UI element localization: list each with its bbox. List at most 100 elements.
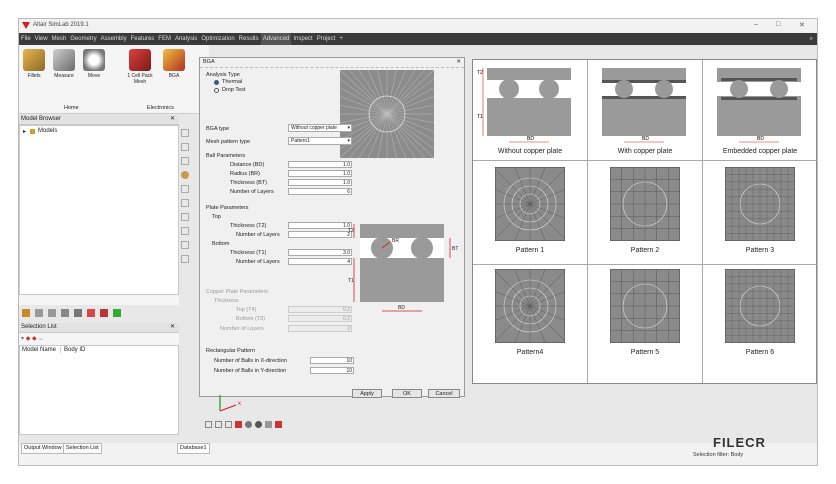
bottom-heading: Bottom xyxy=(212,241,230,247)
x-cells-input[interactable]: 10 xyxy=(310,357,354,364)
menu-project[interactable]: Project xyxy=(315,33,338,45)
group-home: Home xyxy=(64,105,79,111)
ref-diagram-without-copper: T2 T1 BD xyxy=(477,68,571,143)
menu-view[interactable]: View xyxy=(33,33,50,45)
view-tool-icon[interactable] xyxy=(245,421,252,428)
t1-input[interactable]: 3.0 xyxy=(288,249,352,256)
view-tool-icon[interactable] xyxy=(275,421,282,428)
view-tool-icon[interactable] xyxy=(255,421,262,428)
bga-type-select[interactable]: Without copper plate xyxy=(288,124,352,132)
menu-advanced[interactable]: Advanced xyxy=(260,33,292,45)
view-tool-icon[interactable] xyxy=(205,421,212,428)
thickness-bt-input[interactable]: 1.0 xyxy=(288,179,352,186)
bottom-layers-input[interactable]: 4 xyxy=(288,258,352,265)
view-tool-icon[interactable] xyxy=(181,213,189,221)
tree-expand-icon[interactable]: ▸ xyxy=(23,128,26,135)
rect-pattern-heading: Rectangular Pattern xyxy=(206,348,255,354)
analysis-type-label: Analysis Type xyxy=(206,72,240,78)
cu-layers-input[interactable]: 2 xyxy=(288,325,352,332)
view-tool-icon[interactable] xyxy=(181,199,189,207)
distance-input[interactable]: 1.0 xyxy=(288,161,352,168)
menu-file[interactable]: File xyxy=(19,33,33,45)
menu-assembly[interactable]: Assembly xyxy=(99,33,129,45)
apply-button[interactable]: Apply xyxy=(352,389,382,398)
view-tool-icon[interactable] xyxy=(225,421,232,428)
bga-button[interactable]: BGA xyxy=(161,49,187,79)
title-bar: Altair SimLab 2019.1 – □ ✕ xyxy=(19,19,817,33)
plate-params-heading: Plate Parameters xyxy=(206,205,249,211)
selection-table[interactable]: Model Name Body ID xyxy=(19,345,179,435)
menu-analysis[interactable]: Analysis xyxy=(173,33,199,45)
mesh-preview xyxy=(340,70,434,158)
cancel-button[interactable]: Cancel xyxy=(428,389,460,398)
move-button[interactable]: Move xyxy=(81,49,107,79)
menu-add[interactable]: + xyxy=(337,33,345,45)
mesh-pattern-label: Mesh pattern type xyxy=(206,139,251,145)
maximize-button[interactable]: □ xyxy=(776,21,780,28)
toolbar-tool-icon[interactable] xyxy=(100,309,108,317)
tab-output-window[interactable]: Output Window xyxy=(21,443,65,454)
t2-input[interactable]: 1.0 xyxy=(288,222,352,229)
ok-button[interactable]: OK xyxy=(392,389,422,398)
view-tool-icon[interactable] xyxy=(181,227,189,235)
menu-results[interactable]: Results xyxy=(237,33,261,45)
ref-t2-label: T2 xyxy=(477,70,483,76)
minimize-button[interactable]: – xyxy=(754,21,758,28)
pattern-4-thumbnail xyxy=(495,269,565,343)
select-icon[interactable]: ◆ xyxy=(26,336,31,342)
view-tool-icon[interactable] xyxy=(181,255,189,263)
close-icon[interactable]: ✕ xyxy=(170,323,179,332)
view-tool-icon[interactable] xyxy=(181,157,189,165)
tab-database[interactable]: Database1 xyxy=(177,443,210,454)
select-icon[interactable]: ◆ xyxy=(32,336,37,342)
cu-bottom-input[interactable]: 0.2 xyxy=(288,315,352,322)
distance-label: Distance (BD) xyxy=(230,162,265,168)
mesh-pattern-select[interactable]: Pattern1 xyxy=(288,137,352,145)
fillets-button[interactable]: Fillets xyxy=(21,49,47,79)
menu-inspect[interactable]: Inspect xyxy=(291,33,314,45)
toolbar-tool-icon[interactable] xyxy=(87,309,95,317)
menu-geometry[interactable]: Geometry xyxy=(68,33,98,45)
close-icon[interactable]: ✕ xyxy=(170,115,179,124)
view-tool-icon[interactable] xyxy=(235,421,242,428)
filter-icon[interactable]: ▾ xyxy=(21,336,24,342)
top-layers-input[interactable]: 2 xyxy=(288,231,352,238)
toolbar-tool-icon[interactable] xyxy=(48,309,56,317)
dialog-close-icon[interactable]: ✕ xyxy=(456,59,461,65)
toolbar-tool-icon[interactable] xyxy=(61,309,69,317)
model-tree[interactable]: ▸ Models xyxy=(19,125,179,295)
toolbar-tool-icon[interactable] xyxy=(35,309,43,317)
view-tool-icon[interactable] xyxy=(181,241,189,249)
view-tool-icon[interactable] xyxy=(215,421,222,428)
radio-drop-test[interactable] xyxy=(214,88,219,93)
measure-button[interactable]: Measure xyxy=(51,49,77,79)
toolbar-tool-icon[interactable] xyxy=(22,309,30,317)
menu-optimization[interactable]: Optimization xyxy=(199,33,236,45)
search-icon[interactable]: ⌕ xyxy=(808,33,815,45)
view-tool-icon[interactable] xyxy=(265,421,272,428)
bottom-layers-label: Number of Layers xyxy=(236,259,280,265)
t1-dim-label: T1 xyxy=(348,278,354,284)
view-tool-icon[interactable] xyxy=(181,143,189,151)
radio-thermal[interactable] xyxy=(214,80,219,85)
view-tool-icon[interactable] xyxy=(181,129,189,137)
toolbar-tool-icon[interactable] xyxy=(113,309,121,317)
menu-mesh[interactable]: Mesh xyxy=(50,33,69,45)
view-tool-icon[interactable] xyxy=(181,171,189,179)
view-tool-icon[interactable] xyxy=(181,185,189,193)
menu-fem[interactable]: FEM xyxy=(156,33,173,45)
pattern-cell-5: Pattern 5 xyxy=(588,265,703,383)
tab-selection-list[interactable]: Selection List xyxy=(63,443,102,454)
tree-root[interactable]: Models xyxy=(38,128,57,134)
bga-reference-panel: T2 T1 BD Without copper plate BD With co… xyxy=(472,59,817,384)
dialog-title: BGA xyxy=(203,59,215,65)
y-cells-input[interactable]: 10 xyxy=(310,367,354,374)
undo-icon[interactable]: ← xyxy=(38,336,44,342)
close-button[interactable]: ✕ xyxy=(799,21,805,29)
menu-features[interactable]: Features xyxy=(129,33,157,45)
cell-pack-mesh-button[interactable]: 1 Cell Pack Mesh xyxy=(127,49,153,85)
radius-input[interactable]: 1.0 xyxy=(288,170,352,177)
ball-layers-input[interactable]: 6 xyxy=(288,188,352,195)
cu-top-input[interactable]: 0.2 xyxy=(288,306,352,313)
toolbar-tool-icon[interactable] xyxy=(74,309,82,317)
